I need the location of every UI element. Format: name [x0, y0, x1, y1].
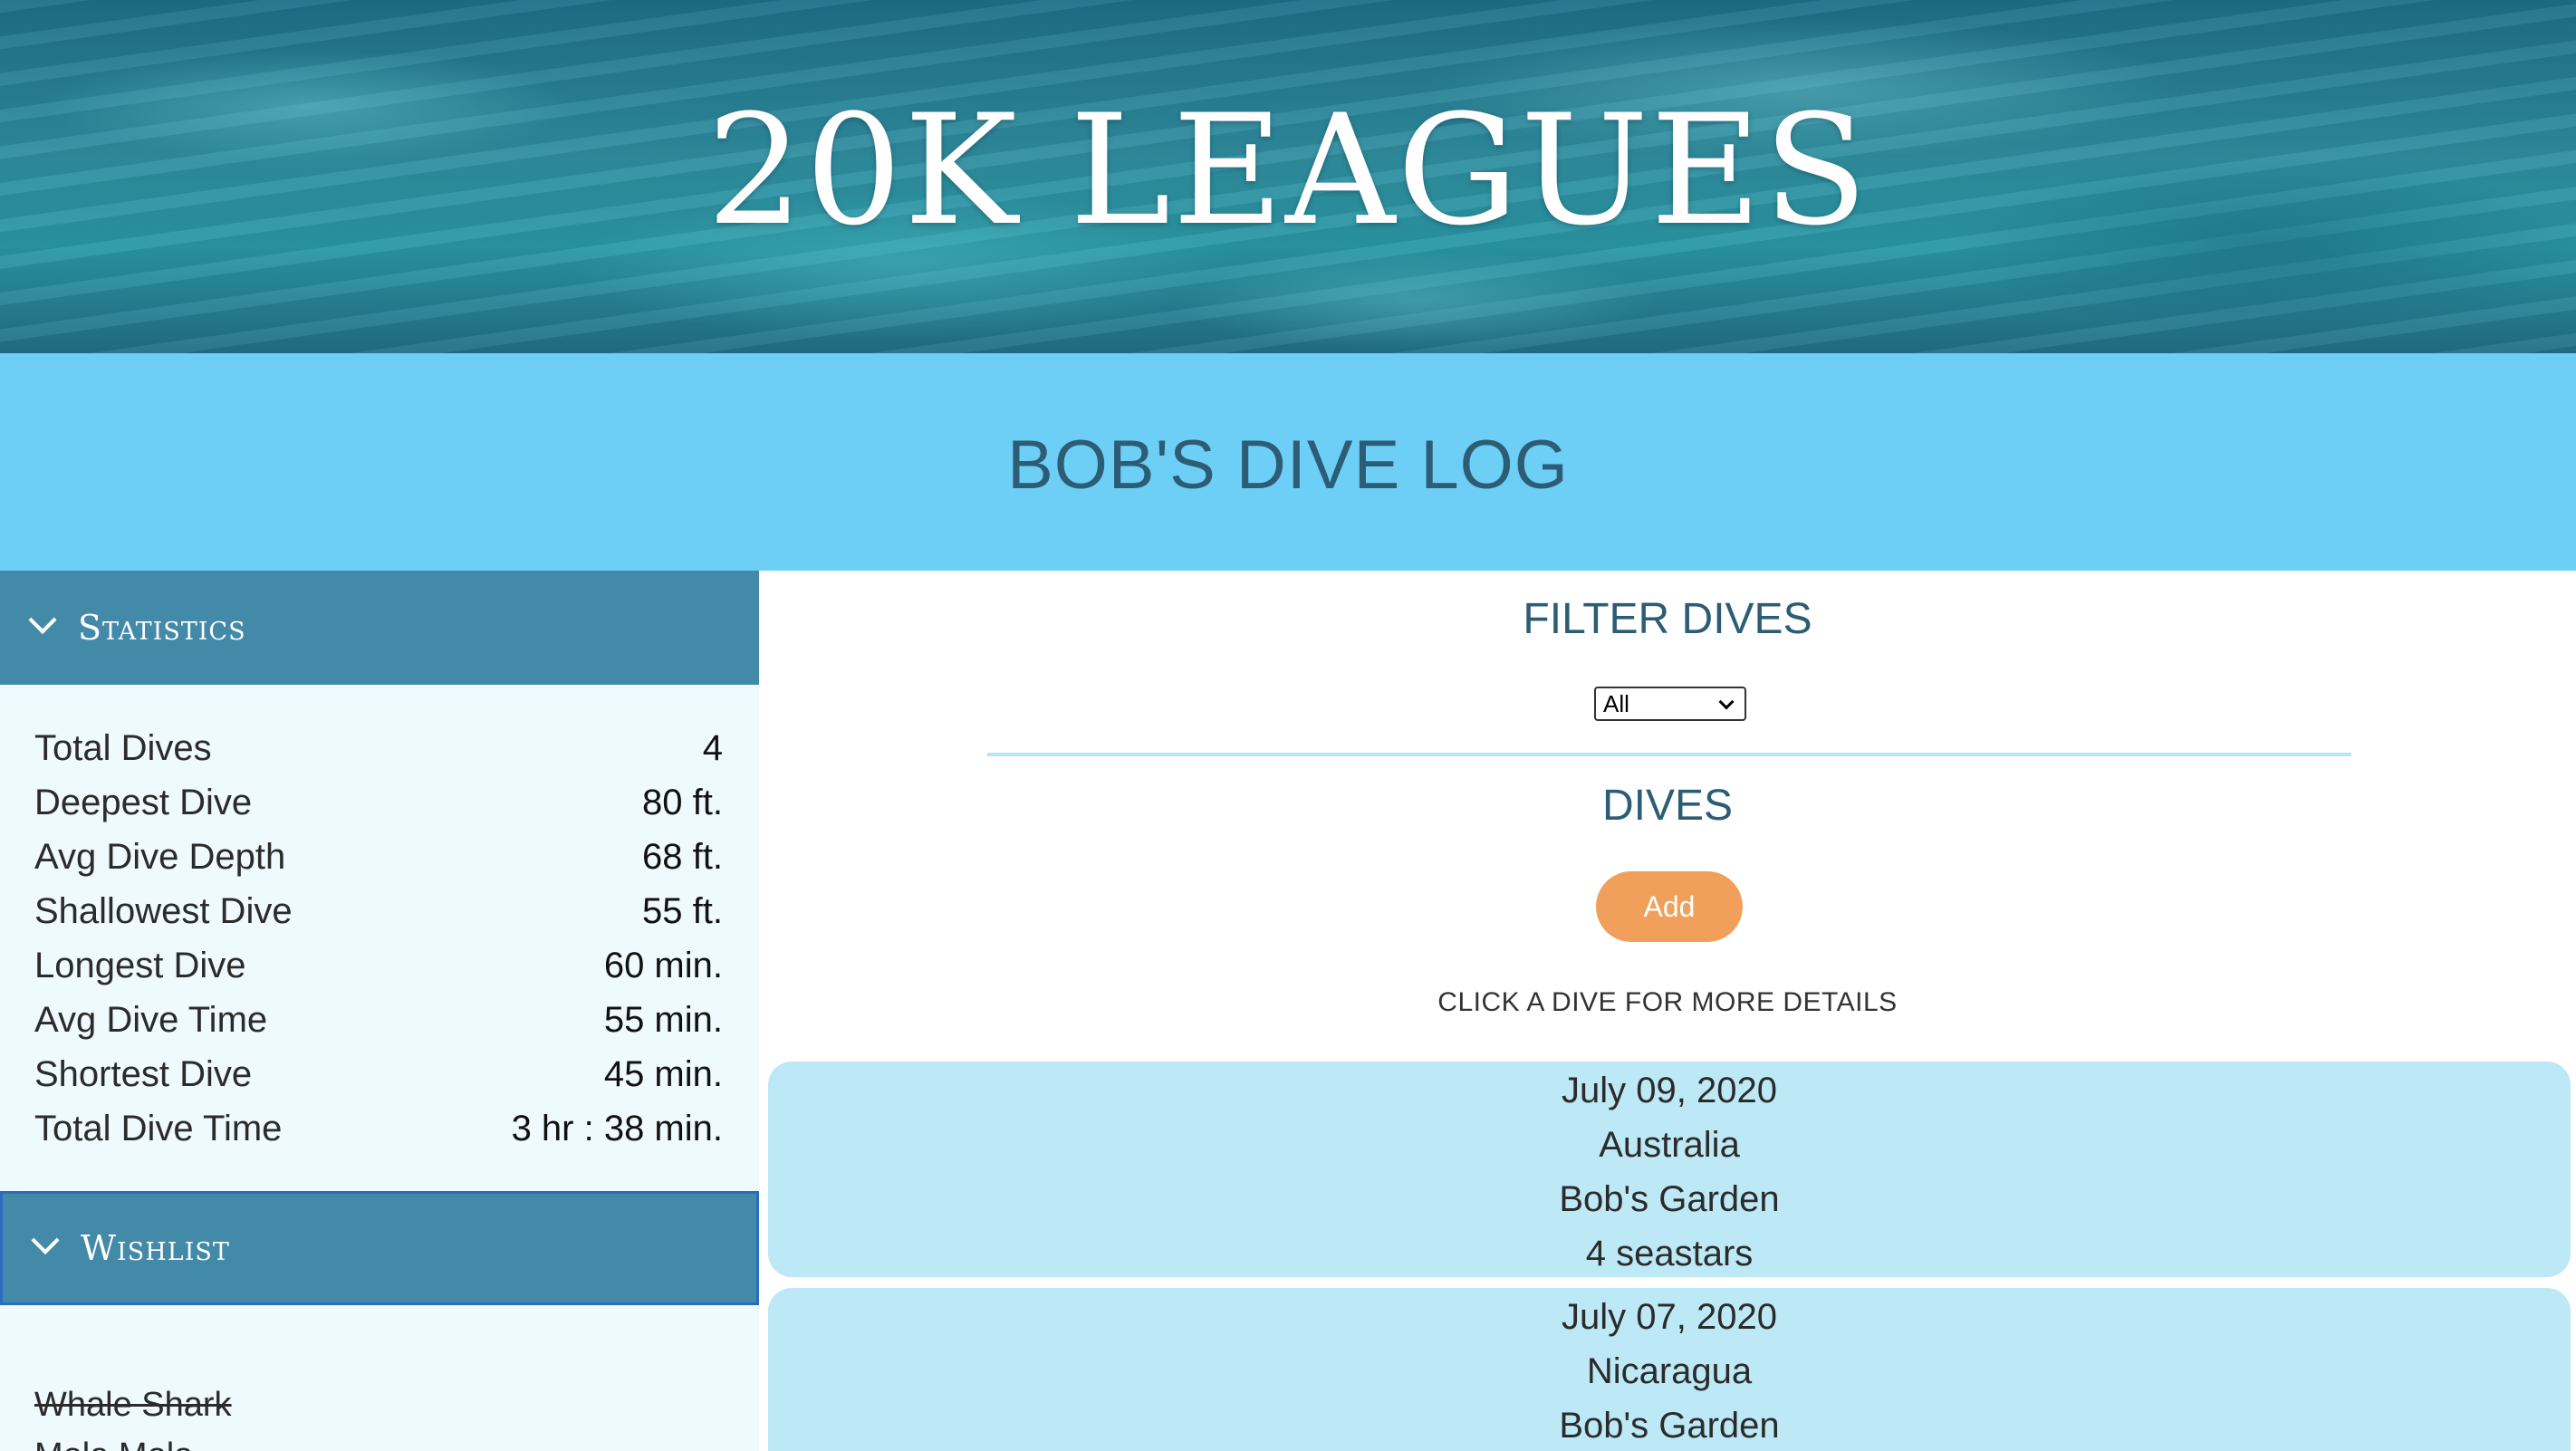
wishlist-accordion-label: Wishlist: [81, 1228, 230, 1268]
dive-card[interactable]: July 07, 2020 Nicaragua Bob's Garden: [768, 1288, 2571, 1451]
stat-row-longest-dive: Longest Dive 60 min.: [34, 938, 723, 993]
wishlist-accordion-header[interactable]: Wishlist: [0, 1191, 759, 1305]
stat-value: 3 hr : 38 min.: [511, 1108, 723, 1148]
stat-row-shortest-dive: Shortest Dive 45 min.: [34, 1047, 723, 1101]
chevron-down-icon: [28, 605, 57, 635]
stat-label: Avg Dive Depth: [34, 836, 286, 877]
dives-title: DIVES: [1601, 782, 1734, 830]
filter-dives-title: FILTER DIVES: [1523, 595, 1812, 643]
dive-hint-text: CLICK A DIVE FOR MORE DETAILS: [1437, 987, 1898, 1017]
stat-value: 55 min.: [603, 999, 723, 1040]
stat-value: 4: [702, 727, 723, 768]
wishlist-item[interactable]: Mola Mola: [34, 1437, 193, 1451]
stat-row-avg-dive-depth: Avg Dive Depth 68 ft.: [34, 830, 723, 884]
section-divider: [987, 753, 2351, 756]
stat-row-total-dive-time: Total Dive Time 3 hr : 38 min.: [34, 1101, 723, 1156]
stat-label: Avg Dive Time: [34, 999, 268, 1040]
wishlist-item[interactable]: Whale Shark: [34, 1386, 232, 1425]
stat-label: Total Dive Time: [34, 1108, 283, 1148]
dive-site: Bob's Garden: [1559, 1179, 1780, 1219]
stat-label: Shallowest Dive: [34, 890, 293, 931]
page-title: BOB'S DIVE LOG: [1007, 427, 1569, 504]
stat-label: Deepest Dive: [34, 782, 253, 822]
chevron-down-icon: [31, 1225, 60, 1255]
stat-row-total-dives: Total Dives 4: [34, 721, 723, 775]
stat-row-avg-dive-time: Avg Dive Time 55 min.: [34, 993, 723, 1047]
stat-value: 68 ft.: [642, 836, 723, 877]
stat-value: 55 ft.: [642, 890, 723, 931]
stat-row-deepest-dive: Deepest Dive 80 ft.: [34, 775, 723, 830]
dive-rating: 4 seastars: [1585, 1234, 1754, 1273]
add-dive-button[interactable]: Add: [1596, 871, 1743, 942]
statistics-accordion-header[interactable]: Statistics: [0, 571, 759, 685]
stat-value: 45 min.: [603, 1053, 723, 1094]
dive-date: July 09, 2020: [1562, 1071, 1777, 1110]
dive-country: Nicaragua: [1586, 1351, 1753, 1391]
stat-label: Longest Dive: [34, 945, 246, 985]
stat-value: 80 ft.: [642, 782, 723, 822]
dive-site: Bob's Garden: [1559, 1406, 1780, 1446]
dive-card[interactable]: July 09, 2020 Australia Bob's Garden 4 s…: [768, 1062, 2571, 1277]
statistics-accordion-label: Statistics: [78, 608, 246, 648]
site-logo-title[interactable]: 20K LEAGUES: [0, 82, 2576, 259]
chevron-down-icon: [1718, 694, 1735, 710]
stat-row-shallowest-dive: Shallowest Dive 55 ft.: [34, 884, 723, 938]
stat-value: 60 min.: [603, 945, 723, 985]
filter-selected-value: All: [1603, 689, 1629, 717]
dive-country: Australia: [1599, 1125, 1740, 1165]
stat-label: Shortest Dive: [34, 1053, 253, 1094]
stat-label: Total Dives: [34, 727, 212, 768]
dive-filter-select[interactable]: All: [1594, 687, 1746, 721]
dive-date: July 07, 2020: [1562, 1297, 1777, 1337]
